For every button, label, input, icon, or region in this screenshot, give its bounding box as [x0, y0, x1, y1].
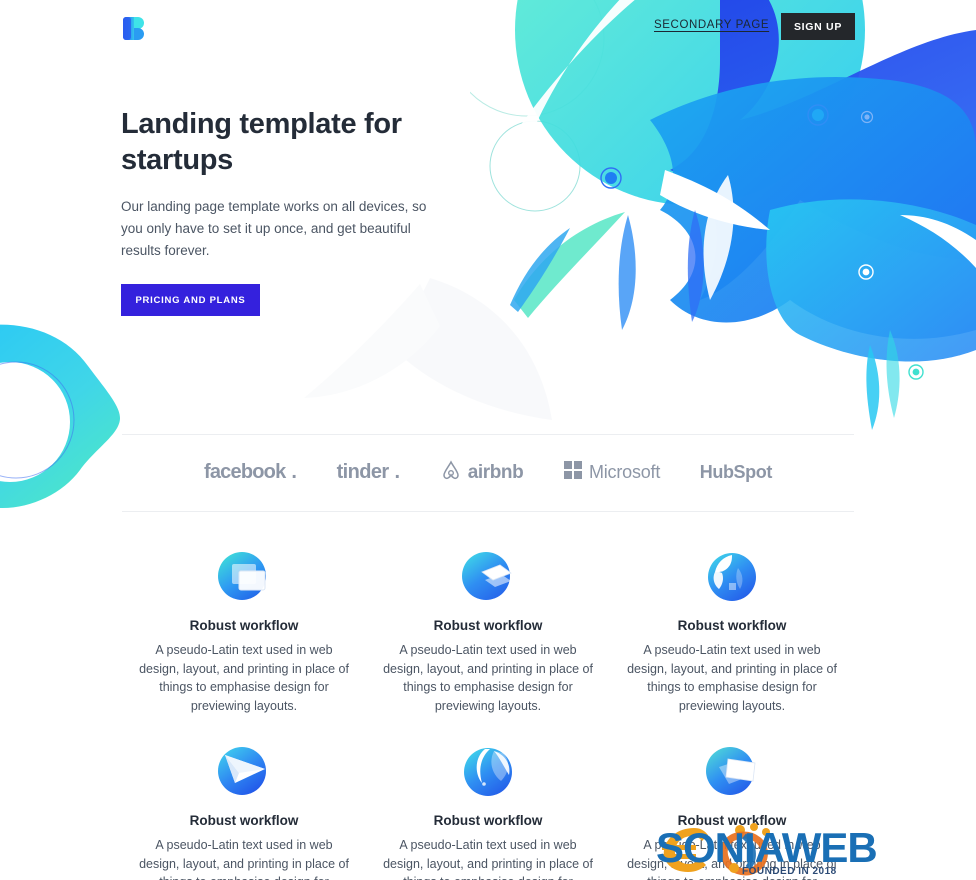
tilted-card-icon — [703, 743, 761, 801]
secondary-page-link[interactable]: SECONDARY PAGE — [654, 19, 769, 31]
logo-facebook-dot: . — [291, 461, 297, 483]
logo-microsoft-label: Microsoft — [588, 462, 661, 482]
logo-hubspot[interactable]: HubSpot — [699, 462, 773, 483]
feature-description: A pseudo-Latin text used in web design, … — [627, 643, 837, 713]
logo-hubspot-label: HubSpot — [699, 462, 773, 482]
feature-card: Robust workflow A pseudo-Latin text used… — [610, 743, 854, 880]
feature-title: Robust workflow — [433, 813, 543, 828]
logo-microsoft[interactable]: Microsoft — [563, 460, 660, 485]
feature-description: A pseudo-Latin text used in web design, … — [383, 838, 593, 880]
feature-title: Robust workflow — [677, 813, 787, 828]
pie-chart-icon — [703, 548, 761, 606]
hero-subtitle: Our landing page template works on all d… — [121, 199, 427, 258]
microsoft-squares-icon — [563, 460, 583, 485]
hero-illustration — [470, 0, 976, 440]
logo-airbnb[interactable]: airbnb — [440, 459, 524, 486]
layers-diamond-icon — [459, 548, 517, 606]
feature-description: A pseudo-Latin text used in web design, … — [139, 643, 349, 713]
feature-title: Robust workflow — [189, 813, 299, 828]
logo-facebook[interactable]: facebook . — [204, 461, 297, 484]
windows-stack-icon — [215, 548, 273, 606]
logo-airbnb-label: airbnb — [467, 461, 524, 483]
crescent-swirl-icon — [459, 743, 517, 801]
feature-card: Robust workflow A pseudo-Latin text used… — [122, 743, 366, 880]
pricing-and-plans-button[interactable]: PRICING AND PLANS — [121, 284, 260, 316]
left-edge-blob-decoration — [0, 318, 124, 513]
sign-up-button[interactable]: SIGN UP — [781, 13, 855, 40]
features-grid: Robust workflow A pseudo-Latin text used… — [122, 548, 854, 880]
logo-tinder[interactable]: tinder . — [337, 461, 401, 484]
logo-tinder-label: tinder — [336, 461, 390, 483]
feature-description: A pseudo-Latin text used in web design, … — [383, 643, 593, 713]
feature-card: Robust workflow A pseudo-Latin text used… — [610, 548, 854, 715]
hero-section: Landing template for startups Our landin… — [121, 106, 451, 316]
feature-description: A pseudo-Latin text used in web design, … — [139, 838, 349, 880]
logo-tinder-dot: . — [394, 461, 401, 483]
paper-plane-icon — [215, 743, 273, 801]
client-logo-strip: facebook . tinder . airbnb Microsoft Hub… — [122, 434, 854, 511]
airbnb-arch-icon — [440, 459, 462, 486]
feature-card: Robust workflow A pseudo-Latin text used… — [122, 548, 366, 715]
feature-title: Robust workflow — [433, 618, 543, 633]
feature-card: Robust workflow A pseudo-Latin text used… — [366, 743, 610, 880]
b-logo-icon[interactable] — [121, 15, 147, 42]
hero-title: Landing template for startups — [121, 108, 402, 176]
top-navigation-bar: SECONDARY PAGE SIGN UP — [0, 0, 976, 56]
logo-strip-divider-bottom — [122, 511, 854, 512]
logo-facebook-label: facebook — [204, 461, 286, 483]
feature-title: Robust workflow — [189, 618, 299, 633]
feature-card: Robust workflow A pseudo-Latin text used… — [366, 548, 610, 715]
feature-title: Robust workflow — [677, 618, 787, 633]
landing-page: SECONDARY PAGE SIGN UP Landing template … — [0, 0, 976, 880]
feature-description: A pseudo-Latin text used in web design, … — [627, 838, 837, 880]
